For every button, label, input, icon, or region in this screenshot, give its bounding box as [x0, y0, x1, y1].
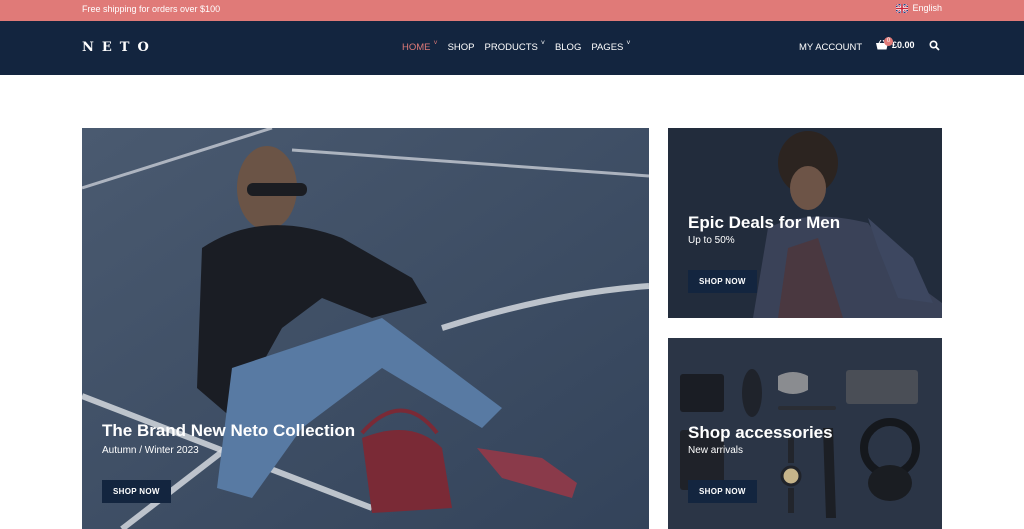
accessories-banner-subtitle: New arrivals: [688, 445, 744, 456]
hero-title: The Brand New Neto Collection: [102, 421, 356, 440]
men-banner-title: Epic Deals for Men: [688, 213, 841, 232]
nav-item-label: HOME: [402, 42, 431, 53]
nav-item-pages[interactable]: PAGES ˅: [591, 40, 631, 53]
nav-item-label: PAGES: [591, 42, 624, 53]
hero-background-image: [82, 128, 649, 529]
accessories-shop-now-button[interactable]: SHOP NOW: [688, 480, 757, 503]
my-account-link[interactable]: MY ACCOUNT: [799, 42, 862, 53]
men-shop-now-button[interactable]: SHOP NOW: [688, 270, 757, 293]
accessories-banner[interactable]: Shop accessories New arrivals SHOP NOW: [668, 338, 942, 529]
chevron-down-icon: ˅: [433, 40, 438, 47]
promo-bar: Free shipping for orders over $100 Engli…: [0, 0, 1024, 21]
nav-item-shop[interactable]: SHOP: [448, 42, 475, 53]
nav-item-blog[interactable]: BLOG: [555, 42, 581, 53]
site-logo[interactable]: NETO: [82, 40, 157, 55]
men-banner-subtitle: Up to 50%: [688, 235, 735, 246]
nav-item-label: PRODUCTS: [484, 42, 538, 53]
cart-total: £0.00: [892, 40, 915, 50]
cart-button[interactable]: 0 £0.00: [876, 37, 915, 50]
nav-item-label: BLOG: [554, 42, 582, 53]
main-navigation: NETO HOME ˅ SHOP PRODUCTS ˅ BLOG PAGES ˅…: [0, 21, 1024, 75]
chevron-down-icon: ˅: [626, 40, 631, 47]
nav-item-products[interactable]: PRODUCTS ˅: [484, 40, 545, 53]
nav-menu: HOME ˅ SHOP PRODUCTS ˅ BLOG PAGES ˅: [402, 40, 640, 53]
free-shipping-text: Free shipping for orders over $100: [82, 4, 221, 14]
hero-subtitle: Autumn / Winter 2023: [102, 445, 199, 456]
men-deals-banner[interactable]: Epic Deals for Men Up to 50% SHOP NOW: [668, 128, 942, 318]
cart-count-badge: 0: [884, 37, 893, 46]
chevron-down-icon: ˅: [540, 40, 545, 47]
accessories-banner-title: Shop accessories: [688, 423, 833, 442]
language-label: English: [912, 3, 942, 13]
uk-flag-icon: [896, 3, 909, 13]
hero-banner[interactable]: The Brand New Neto Collection Autumn / W…: [82, 128, 649, 529]
nav-item-label: SHOP: [447, 42, 475, 53]
search-icon[interactable]: [929, 40, 940, 51]
hero-shop-now-button[interactable]: SHOP NOW: [102, 480, 171, 503]
language-selector[interactable]: English: [896, 3, 942, 13]
nav-item-home[interactable]: HOME ˅: [402, 40, 438, 53]
